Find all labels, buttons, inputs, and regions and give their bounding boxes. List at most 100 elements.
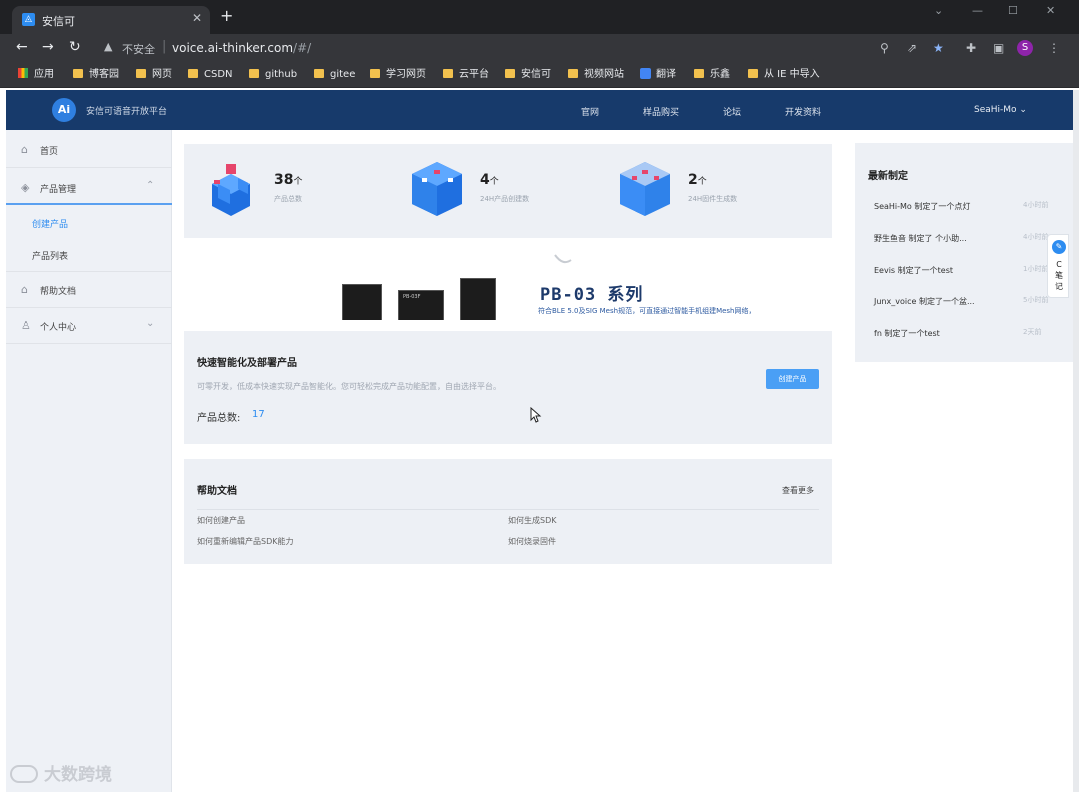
bookmark-item[interactable]: 博客园 <box>73 68 119 82</box>
sidebar-item-label: 首页 <box>40 147 59 157</box>
notes-icon: ✎ <box>1052 240 1066 254</box>
back-icon[interactable]: ← <box>16 39 28 55</box>
bookmark-item[interactable]: 乐鑫 <box>694 68 730 82</box>
tab-search-icon[interactable]: ⌄ <box>934 4 943 17</box>
sidebar-item-label: 产品列表 <box>32 252 69 262</box>
url-separator: | <box>162 39 167 54</box>
stat-product-total: 38个 产品总数 <box>198 144 398 238</box>
chip-image <box>460 278 496 320</box>
bookmark-label: 网页 <box>152 69 172 80</box>
bookmark-item[interactable]: 从 IE 中导入 <box>748 68 820 82</box>
folder-icon <box>314 69 324 78</box>
browser-tab-bar: ◬ 安信可 ✕ + ⌄ — ☐ ✕ <box>0 0 1079 34</box>
maximize-icon[interactable]: ☐ <box>1008 4 1018 17</box>
bookmark-item[interactable]: CSDN <box>188 68 233 82</box>
apps-icon <box>18 68 28 78</box>
reload-icon[interactable]: ↻ <box>69 39 81 55</box>
sidebar-item-create-product[interactable]: 创建产品 <box>6 206 172 238</box>
page-scrollbar[interactable] <box>1073 90 1079 792</box>
bookmark-item[interactable]: 翻译 <box>640 68 676 82</box>
nav-official-site[interactable]: 官网 <box>581 105 599 118</box>
insecure-label: 不安全 <box>122 43 155 56</box>
sidebar-item-help-docs[interactable]: ⌂ 帮助文档 <box>6 272 172 308</box>
create-product-button[interactable]: 创建产品 <box>766 369 819 389</box>
recent-item[interactable]: SeaHi-Mo 制定了一个点灯 <box>874 201 970 212</box>
tab-close-icon[interactable]: ✕ <box>192 11 202 25</box>
star-icon[interactable]: ★ <box>933 41 944 55</box>
share-icon[interactable]: ⇗ <box>907 41 917 55</box>
recent-time: 4小时前 <box>1023 201 1049 209</box>
sidebar-divider <box>6 343 172 344</box>
recent-time: 2天前 <box>1023 328 1042 336</box>
extensions-icon[interactable]: ✚ <box>966 41 976 55</box>
help-link[interactable]: 如何重新编辑产品SDK能力 <box>197 536 293 547</box>
sidebar-divider <box>6 167 172 168</box>
new-tab-button[interactable]: + <box>220 8 233 24</box>
recent-title: 最新制定 <box>868 171 908 182</box>
sidebar-item-product-list[interactable]: 产品列表 <box>6 238 172 270</box>
bookmark-item[interactable]: 云平台 <box>443 68 489 82</box>
sidebar-item-product-management[interactable]: ◈ 产品管理 ⌃ <box>6 170 172 206</box>
folder-icon <box>73 69 83 78</box>
bookmark-item[interactable]: 安信可 <box>505 68 551 82</box>
recent-item[interactable]: 野生鱼音 制定了 个小助... <box>874 233 967 244</box>
divider <box>197 509 819 510</box>
folder-icon <box>370 69 380 78</box>
recent-item[interactable]: fn 制定了一个test <box>874 328 940 339</box>
folder-icon <box>188 69 198 78</box>
bookmark-item[interactable]: 视频网站 <box>568 68 624 82</box>
chevron-down-icon: ⌄ <box>146 318 155 329</box>
layers-icon: ◈ <box>21 181 30 194</box>
nav-dev-docs[interactable]: 开发资料 <box>785 105 821 118</box>
stat-value: 2个 <box>688 172 707 188</box>
folder-icon <box>249 69 259 78</box>
notes-label: C 笔记 <box>1055 260 1063 291</box>
forward-icon[interactable]: → <box>42 39 54 55</box>
omnibox[interactable]: ▲ 不安全 | voice.ai-thinker.com/#/ <box>100 37 900 59</box>
bookmark-apps[interactable]: 应用 <box>18 68 54 82</box>
url-text[interactable]: voice.ai-thinker.com/#/ <box>172 41 311 55</box>
nav-sample-purchase[interactable]: 样品购买 <box>643 105 679 118</box>
watermark: 大数跨境 <box>10 760 112 785</box>
bookmark-item[interactable]: 网页 <box>136 68 172 82</box>
recent-item[interactable]: Junx_voice 制定了一个盆... <box>874 296 975 307</box>
stat-24h-firmware: 2个 24H固件生成数 <box>612 144 812 238</box>
nav-forum[interactable]: 论坛 <box>723 105 741 118</box>
recent-time: 4小时前 <box>1023 233 1049 241</box>
close-window-icon[interactable]: ✕ <box>1046 4 1055 17</box>
recent-time: 5小时前 <box>1023 296 1049 304</box>
bookmark-label: github <box>265 69 298 80</box>
user-menu[interactable]: SeaHi-Mo ⌄ <box>974 105 1027 115</box>
side-panel-icon[interactable]: ▣ <box>993 41 1004 55</box>
logo-icon[interactable]: Ai <box>52 98 76 122</box>
help-link[interactable]: 如何创建产品 <box>197 515 245 526</box>
sidebar-item-personal-center[interactable]: ♙ 个人中心 ⌄ <box>6 308 172 344</box>
browser-tab[interactable]: ◬ 安信可 ✕ <box>12 6 210 34</box>
menu-icon[interactable]: ⋮ <box>1048 41 1060 55</box>
bookmark-item[interactable]: 学习网页 <box>370 68 426 82</box>
help-link[interactable]: 如何烧录固件 <box>508 536 556 547</box>
home-icon: ⌂ <box>21 283 28 296</box>
quick-deploy-panel: 快速智能化及部署产品 可零开发，低成本快速实现产品智能化。您可轻松完成产品功能配… <box>184 331 832 444</box>
bookmark-label: 安信可 <box>521 69 551 80</box>
view-more-link[interactable]: 查看更多 <box>782 485 814 496</box>
notes-widget[interactable]: ✎ C 笔记 <box>1047 234 1069 298</box>
help-link[interactable]: 如何生成SDK <box>508 515 556 526</box>
minimize-icon[interactable]: — <box>972 4 983 17</box>
sidebar-item-home[interactable]: ⌂ 首页 <box>6 132 172 168</box>
bookmark-label: 云平台 <box>459 69 489 80</box>
sidebar-item-label: 创建产品 <box>32 220 69 230</box>
recent-item[interactable]: Eevis 制定了一个test <box>874 265 953 276</box>
bookmark-label: CSDN <box>204 69 233 80</box>
brand-name: 安信可语音开放平台 <box>86 107 168 117</box>
bookmark-item[interactable]: github <box>249 68 297 82</box>
promo-banner[interactable]: PB-03F PB-03 系列 符合BLE 5.0及SIG Mesh规范，可直接… <box>184 248 832 320</box>
recent-time: 1小时前 <box>1023 265 1049 273</box>
cubes-icon <box>212 164 250 216</box>
stat-value: 4个 <box>480 172 499 188</box>
bookmark-item[interactable]: gitee <box>314 68 355 82</box>
banner-title: PB-03 系列 <box>540 285 644 305</box>
bookmarks-bar: 应用 博客园 网页 CSDN github gitee 学习网页 云平台 安信可… <box>0 62 1079 88</box>
zoom-icon[interactable]: ⚲ <box>880 41 889 55</box>
profile-avatar[interactable]: S <box>1017 40 1033 56</box>
